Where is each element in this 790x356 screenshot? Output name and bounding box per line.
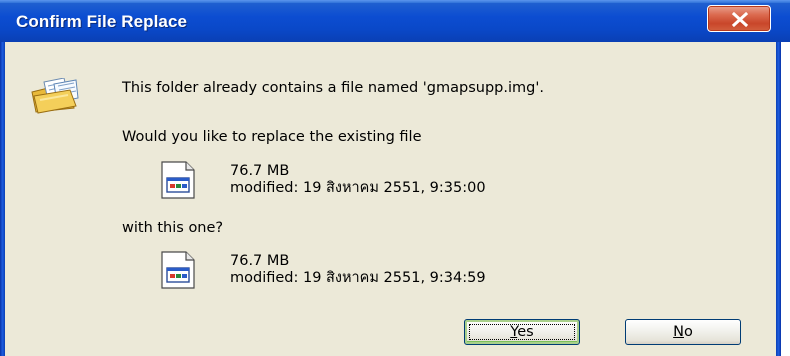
message-replace-question: Would you like to replace the existing f… (122, 129, 422, 145)
existing-file-modified: modified: 19 สิงหาคม 2551, 9:35:00 (230, 180, 486, 196)
new-file-modified: modified: 19 สิงหาคม 2551, 9:34:59 (230, 270, 486, 286)
title-bar-shine (0, 0, 790, 3)
new-file-info: 76.7 MB modified: 19 สิงหาคม 2551, 9:34:… (230, 253, 486, 287)
outside-area-right (781, 42, 790, 356)
close-button[interactable] (707, 5, 771, 32)
existing-file-size: 76.7 MB (230, 163, 290, 179)
confirm-file-replace-dialog: Confirm File Replace This folder already… (0, 0, 790, 356)
new-file-size: 76.7 MB (230, 253, 290, 269)
existing-file-info: 76.7 MB modified: 19 สิงหาคม 2551, 9:35:… (230, 163, 486, 197)
no-button-label: No (673, 324, 693, 340)
no-button[interactable]: No (625, 319, 741, 345)
message-existing-file: This folder already contains a file name… (122, 80, 544, 96)
close-x-icon (731, 12, 749, 27)
title-bar[interactable]: Confirm File Replace (0, 0, 790, 42)
new-file-icon (161, 251, 195, 289)
yes-button-label: Yes (510, 324, 534, 340)
existing-file-icon (161, 161, 195, 199)
yes-button[interactable]: Yes (464, 319, 580, 345)
dialog-title: Confirm File Replace (16, 12, 188, 31)
message-with-this-one: with this one? (122, 220, 224, 236)
folder-files-icon (31, 78, 79, 114)
